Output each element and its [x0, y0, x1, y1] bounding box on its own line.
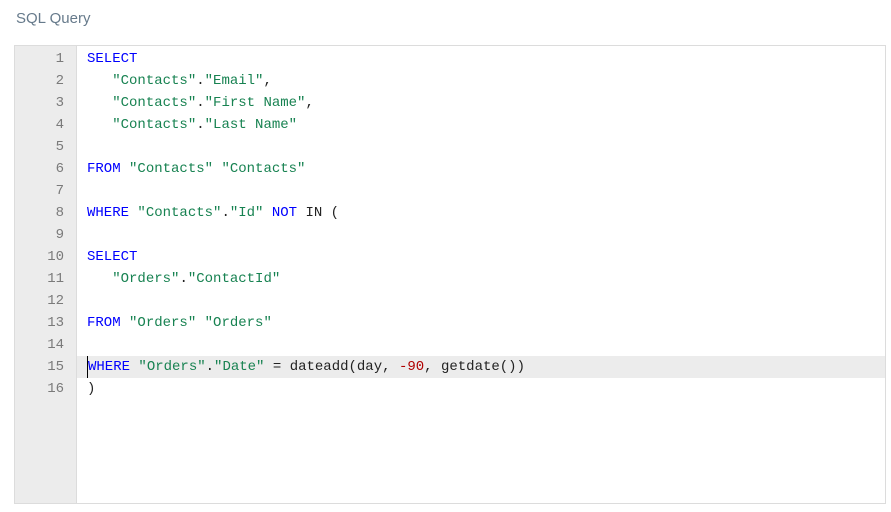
line-number: 3 — [15, 92, 76, 114]
line-number: 9 — [15, 224, 76, 246]
code-line[interactable] — [87, 334, 885, 356]
line-number: 6 — [15, 158, 76, 180]
code-line[interactable] — [87, 224, 885, 246]
line-number: 10 — [15, 246, 76, 268]
panel-title: SQL Query — [16, 10, 891, 27]
line-number: 4 — [15, 114, 76, 136]
line-number-gutter: 12345678910111213141516 — [15, 46, 77, 503]
line-number: 15 — [15, 356, 76, 378]
code-line[interactable]: FROM "Orders" "Orders" — [87, 312, 885, 334]
text-cursor — [87, 356, 88, 378]
code-line[interactable] — [87, 290, 885, 312]
code-line[interactable]: "Orders"."ContactId" — [87, 268, 885, 290]
line-number: 1 — [15, 48, 76, 70]
code-line[interactable]: WHERE "Orders"."Date" = dateadd(day, -90… — [77, 356, 885, 378]
code-line[interactable]: "Contacts"."Last Name" — [87, 114, 885, 136]
code-editor[interactable]: 12345678910111213141516 SELECT "Contacts… — [14, 45, 886, 504]
code-line[interactable]: SELECT — [87, 246, 885, 268]
code-line[interactable] — [87, 180, 885, 202]
line-number: 11 — [15, 268, 76, 290]
line-number: 16 — [15, 378, 76, 400]
code-line[interactable]: "Contacts"."Email", — [87, 70, 885, 92]
code-line[interactable]: SELECT — [87, 48, 885, 70]
code-line[interactable]: FROM "Contacts" "Contacts" — [87, 158, 885, 180]
code-line[interactable] — [87, 136, 885, 158]
code-line[interactable]: "Contacts"."First Name", — [87, 92, 885, 114]
code-line[interactable]: ) — [87, 378, 885, 400]
sql-query-panel: SQL Query 12345678910111213141516 SELECT… — [0, 0, 891, 504]
code-area[interactable]: SELECT "Contacts"."Email", "Contacts"."F… — [77, 46, 885, 503]
code-line[interactable]: WHERE "Contacts"."Id" NOT IN ( — [87, 202, 885, 224]
line-number: 7 — [15, 180, 76, 202]
line-number: 2 — [15, 70, 76, 92]
line-number: 12 — [15, 290, 76, 312]
line-number: 13 — [15, 312, 76, 334]
line-number: 5 — [15, 136, 76, 158]
line-number: 8 — [15, 202, 76, 224]
line-number: 14 — [15, 334, 76, 356]
